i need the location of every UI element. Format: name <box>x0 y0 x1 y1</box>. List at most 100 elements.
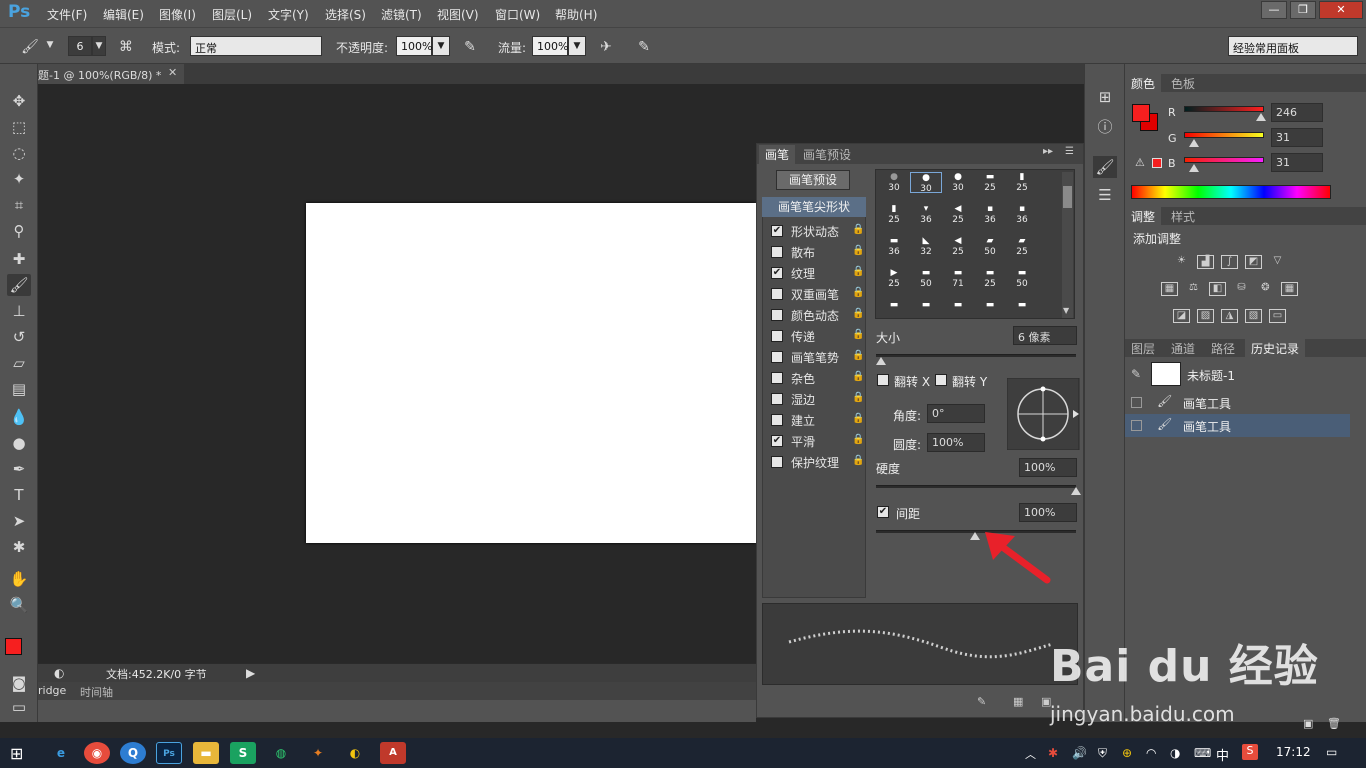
menu-layer[interactable]: 图层(L) <box>212 6 252 23</box>
flip-x-checkbox[interactable] <box>877 374 889 386</box>
posterize-icon[interactable]: ▨ <box>1197 309 1214 323</box>
minimize-button[interactable]: — <box>1261 1 1287 19</box>
history-snapshot[interactable]: ✎ 未标题-1 <box>1125 360 1350 390</box>
checkbox[interactable]: ✔ <box>771 435 783 447</box>
brush-option-smoothing[interactable]: ✔ 平滑 🔒 <box>764 431 864 451</box>
tab-layers[interactable]: 图层 <box>1125 339 1161 358</box>
tab-channels[interactable]: 通道 <box>1165 339 1201 358</box>
zoom-tool-icon[interactable]: 🔍 <box>7 594 31 616</box>
close-icon[interactable]: ✕ <box>168 66 177 79</box>
lock-icon[interactable]: 🔒 <box>852 308 864 319</box>
chrome-icon[interactable]: ◉ <box>84 742 110 764</box>
pen-tool-icon[interactable]: ✒ <box>7 458 31 480</box>
brush-tip[interactable]: ▶ 25 <box>878 268 910 289</box>
workspace-select[interactable]: 经验常用面板 <box>1228 36 1358 56</box>
hardness-slider-knob[interactable] <box>1071 487 1081 495</box>
tab-mini-bridge[interactable]: ridge <box>38 684 66 697</box>
brush-tip[interactable]: ▬ 50 <box>910 268 942 289</box>
curves-icon[interactable]: ∫ <box>1221 255 1238 269</box>
quick-select-tool-icon[interactable]: ✦ <box>7 168 31 190</box>
color-balance-icon[interactable]: ⚖ <box>1185 282 1202 296</box>
r-slider-knob[interactable] <box>1256 113 1266 121</box>
app-icon[interactable]: ◐ <box>342 742 368 764</box>
hardness-slider[interactable] <box>876 485 1076 488</box>
brush-option-texture[interactable]: ✔ 纹理 🔒 <box>764 263 864 283</box>
brush-size-field[interactable]: 6 <box>68 36 92 56</box>
brush-tip-shape-item[interactable]: 画笔笔尖形状 <box>762 197 866 217</box>
exposure-icon[interactable]: ◩ <box>1245 255 1262 269</box>
spacing-field[interactable]: 100% <box>1019 503 1077 522</box>
crop-tool-icon[interactable]: ⌗ <box>7 194 31 216</box>
brush-tip[interactable]: ▬ <box>974 300 1006 321</box>
brush-option-color-dynamics[interactable]: 颜色动态 🔒 <box>764 305 864 325</box>
photoshop-taskbar-icon[interactable]: Ps <box>156 742 182 764</box>
type-tool-icon[interactable]: T <box>7 484 31 506</box>
status-arrow-icon[interactable]: ▶ <box>246 666 255 680</box>
shape-tool-icon[interactable]: ✱ <box>7 536 31 558</box>
shield-icon[interactable]: ⛨ <box>1098 746 1107 761</box>
tab-color[interactable]: 颜色 <box>1125 74 1162 93</box>
acrobat-icon[interactable]: A <box>380 742 406 764</box>
tray-app-icon[interactable]: ✱ <box>1048 746 1058 760</box>
lock-icon[interactable]: 🔒 <box>852 392 864 403</box>
gradient-tool-icon[interactable]: ▤ <box>7 378 31 400</box>
tray-expand-icon[interactable]: ︿ <box>1025 746 1036 762</box>
document-tab[interactable]: 题-1 @ 100%(RGB/8) * ✕ <box>38 64 184 84</box>
brush-tip[interactable]: ▬ 25 <box>974 268 1006 289</box>
menu-filter[interactable]: 滤镜(T) <box>381 6 422 23</box>
history-brush-source-icon[interactable]: ✎ <box>1131 367 1141 381</box>
brush-presets-button[interactable]: 画笔预设 <box>776 170 850 190</box>
mode-select[interactable]: 正常 <box>190 36 322 56</box>
checkbox[interactable] <box>771 246 783 258</box>
healing-tool-icon[interactable]: ✚ <box>7 248 31 270</box>
brush-tip[interactable]: ▬ <box>910 300 942 321</box>
close-button[interactable]: ✕ <box>1319 1 1363 19</box>
info-icon[interactable]: ⓘ <box>1093 116 1117 138</box>
brush-preset-icon[interactable]: 🖌 <box>20 38 40 56</box>
history-step-checkbox[interactable] <box>1131 397 1142 408</box>
lock-icon[interactable]: 🔒 <box>852 245 864 256</box>
screen-mode-icon[interactable]: ▭ <box>7 696 31 718</box>
brush-tool-icon[interactable]: 🖌 <box>7 274 31 296</box>
chevron-down-icon[interactable]: ▼ <box>432 36 450 56</box>
brush-option-scattering[interactable]: 散布 🔒 <box>764 242 864 262</box>
blur-tool-icon[interactable]: 💧 <box>7 406 31 428</box>
brush-preset-panel-icon[interactable]: ☰ <box>1093 184 1117 206</box>
g-slider[interactable] <box>1184 132 1264 138</box>
status-menu-icon[interactable]: ◐ <box>54 666 64 680</box>
checkbox[interactable] <box>771 456 783 468</box>
scroll-down-icon[interactable]: ▼ <box>1063 306 1069 315</box>
brush-tip[interactable]: ▰ 25 <box>1006 236 1038 257</box>
sogou-icon[interactable]: S <box>1242 744 1258 760</box>
hand-tool-icon[interactable]: ✋ <box>7 568 31 590</box>
size-slider[interactable] <box>876 354 1076 357</box>
brush-option-transfer[interactable]: 传递 🔒 <box>764 326 864 346</box>
brush-tip-selected[interactable]: ● 30 <box>910 172 942 194</box>
brush-tip[interactable]: ▮ 25 <box>1006 172 1038 193</box>
brush-tip[interactable]: ▪ 36 <box>974 204 1006 225</box>
lock-icon[interactable]: 🔒 <box>852 413 864 424</box>
eyedropper-tool-icon[interactable]: ⚲ <box>7 220 31 242</box>
b-slider-knob[interactable] <box>1189 164 1199 172</box>
r-value[interactable]: 246 <box>1271 103 1323 122</box>
checkbox[interactable] <box>771 309 783 321</box>
tab-paths[interactable]: 路径 <box>1205 339 1241 358</box>
angle-roundness-widget[interactable] <box>1007 378 1081 450</box>
brush-tip[interactable]: ▬ <box>878 300 910 321</box>
brush-tip[interactable]: ● 30 <box>878 172 910 193</box>
panel-menu-icon[interactable]: ☰ <box>1065 146 1074 157</box>
tab-styles[interactable]: 样式 <box>1165 207 1201 226</box>
history-brush-tool-icon[interactable]: ↺ <box>7 326 31 348</box>
opacity-field[interactable]: 100% <box>396 36 432 56</box>
lock-icon[interactable]: 🔒 <box>852 329 864 340</box>
selective-color-icon[interactable]: ▧ <box>1245 309 1262 323</box>
eraser-tool-icon[interactable]: ▱ <box>7 352 31 374</box>
menu-file[interactable]: 文件(F) <box>47 6 87 23</box>
history-step-checkbox[interactable] <box>1131 420 1142 431</box>
checkbox[interactable] <box>771 414 783 426</box>
history-step-current[interactable]: 🖌 画笔工具 <box>1125 414 1350 437</box>
document-canvas[interactable] <box>306 203 756 543</box>
flow-field[interactable]: 100% <box>532 36 568 56</box>
app-icon[interactable]: ✦ <box>305 742 331 764</box>
tip-grid-scrollbar[interactable]: ▼ <box>1062 172 1073 318</box>
